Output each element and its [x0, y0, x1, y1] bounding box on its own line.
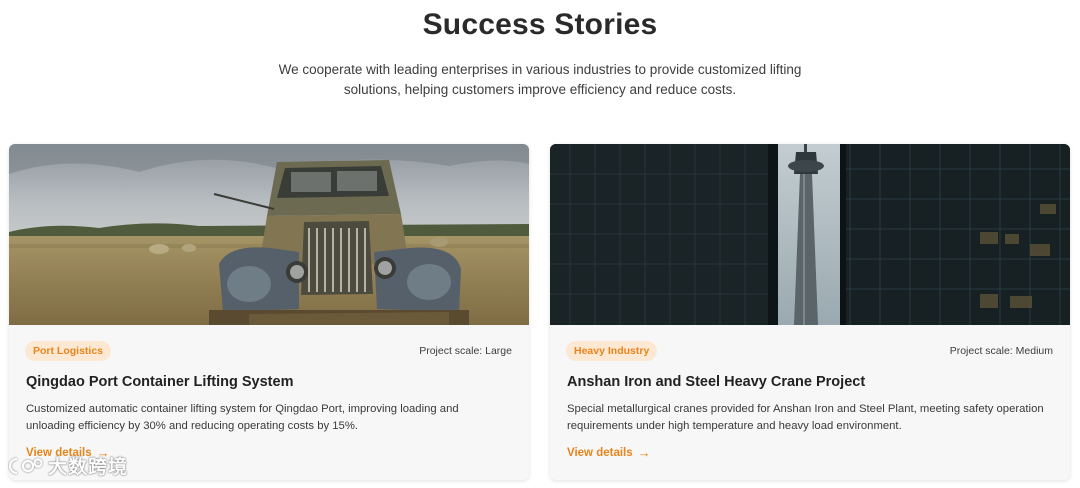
watermark-text: 大数跨境: [48, 457, 129, 478]
industry-tag: Port Logistics: [25, 341, 112, 361]
arrow-right-icon: →: [637, 445, 651, 460]
case-title: Qingdao Port Container Lifting System: [26, 374, 294, 390]
view-details-link[interactable]: View details →: [567, 445, 651, 460]
case-description: Special metallurgical cranes provided fo…: [567, 403, 1044, 432]
watermark: 大数跨境: [8, 452, 128, 479]
project-scale: Project scale: Large: [419, 345, 512, 357]
vintage-truck-photo: [9, 144, 529, 325]
case-title: Anshan Iron and Steel Heavy Crane Projec…: [567, 374, 866, 390]
watermark-logo-icon: [8, 457, 43, 474]
section-subtitle: We cooperate with leading enterprises in…: [278, 62, 802, 97]
case-description: Customized automatic container lifting s…: [26, 403, 459, 432]
case-card-anshan[interactable]: Heavy Industry Project scale: Medium Ans…: [550, 144, 1070, 480]
case-card-qingdao[interactable]: Port Logistics Project scale: Large Qing…: [9, 144, 529, 480]
section-title: Success Stories: [422, 8, 658, 41]
industry-tag: Heavy Industry: [566, 341, 658, 361]
project-scale: Project scale: Medium: [949, 345, 1053, 357]
city-tower-photo: [550, 144, 1070, 325]
view-details-label: View details: [567, 447, 633, 459]
